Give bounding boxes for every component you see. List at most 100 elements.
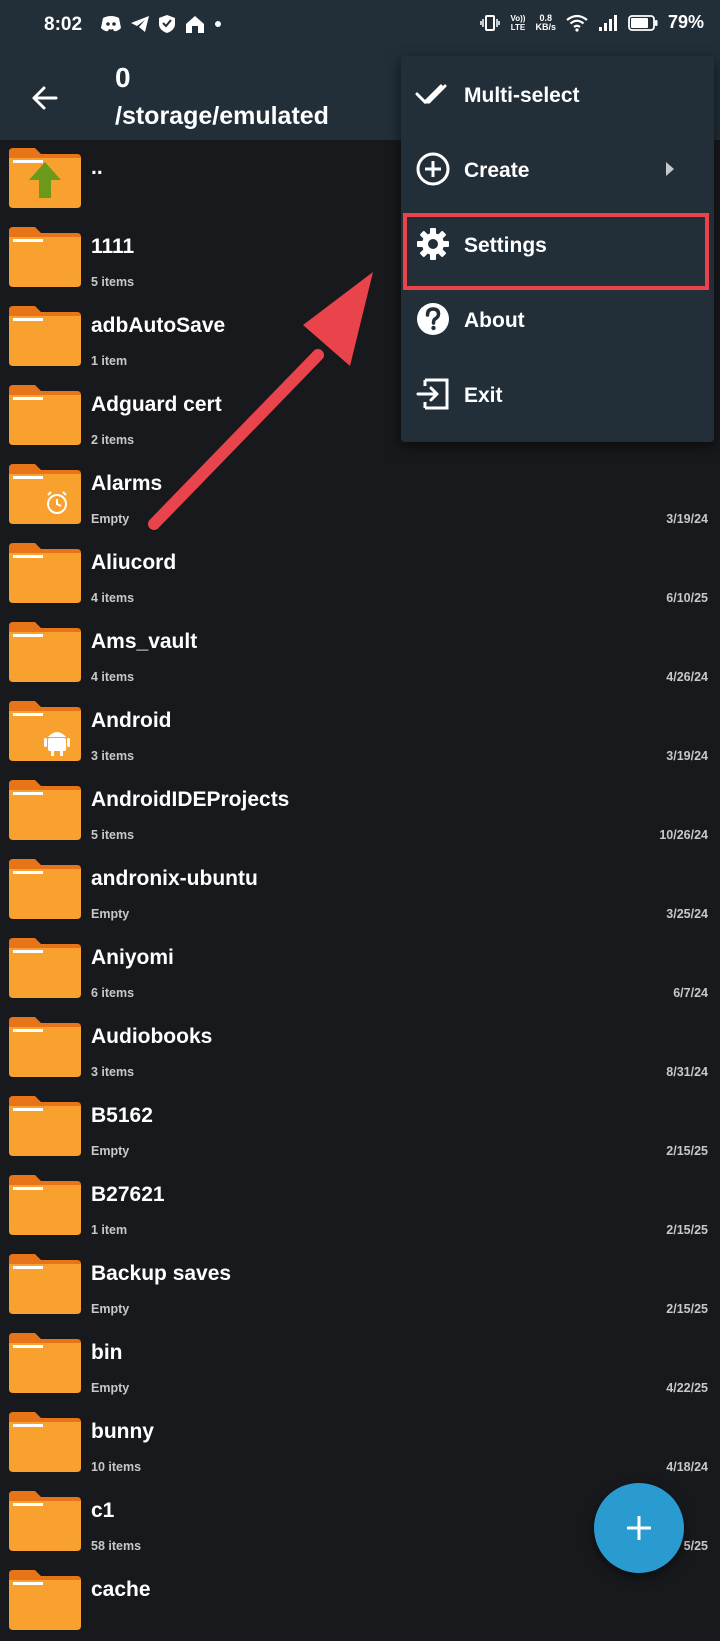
shield-icon bbox=[159, 15, 175, 33]
status-time: 8:02 bbox=[44, 14, 83, 35]
file-name: adbAutoSave bbox=[91, 314, 226, 337]
file-date: 4/22/25 bbox=[666, 1381, 708, 1395]
file-item-count: Empty bbox=[91, 512, 130, 526]
file-name: c1 bbox=[91, 1499, 115, 1522]
file-name: Aniyomi bbox=[91, 946, 174, 969]
file-item-count: 1 item bbox=[91, 1223, 128, 1237]
file-row[interactable]: AndroidIDEProjects 5 items 10/26/24 bbox=[0, 772, 720, 851]
folder-icon bbox=[9, 1570, 81, 1630]
folder-icon bbox=[9, 859, 81, 919]
vibrate-icon bbox=[480, 14, 501, 31]
folder-icon bbox=[9, 148, 81, 208]
folder-icon bbox=[9, 622, 81, 682]
folder-title: 0 bbox=[115, 62, 131, 93]
file-date: 3/19/24 bbox=[666, 512, 708, 526]
file-row[interactable]: cache bbox=[0, 1562, 720, 1641]
file-name: Ams_vault bbox=[91, 630, 198, 653]
file-name: Alarms bbox=[91, 472, 163, 495]
exit-icon bbox=[416, 378, 449, 410]
file-item-count: Empty bbox=[91, 907, 130, 921]
folder-icon bbox=[9, 938, 81, 998]
file-item-count: 3 items bbox=[91, 749, 135, 763]
discord-icon bbox=[101, 16, 121, 32]
file-row[interactable]: Aliucord 4 items 6/10/25 bbox=[0, 535, 720, 614]
file-row[interactable]: Alarms Empty 3/19/24 bbox=[0, 456, 720, 535]
file-name: .. bbox=[91, 156, 103, 179]
file-item-count: 10 items bbox=[91, 1460, 142, 1474]
file-name: B5162 bbox=[91, 1104, 153, 1127]
home-icon bbox=[186, 16, 204, 33]
file-item-count: 2 items bbox=[91, 433, 135, 447]
folder-path: /storage/emulated bbox=[115, 102, 329, 130]
folder-icon bbox=[9, 1254, 81, 1314]
file-date: 6/10/25 bbox=[666, 591, 708, 605]
status-bar: 8:02 Vo)) LTE 0.8 KB/s 79% bbox=[0, 0, 720, 52]
menu-item-about[interactable]: About bbox=[401, 281, 714, 355]
file-row[interactable]: bin Empty 4/22/25 bbox=[0, 1325, 720, 1404]
battery-icon bbox=[628, 14, 658, 31]
file-name: cache bbox=[91, 1578, 151, 1601]
menu-label: Create bbox=[464, 159, 530, 182]
folder-icon bbox=[9, 780, 81, 840]
file-name: bunny bbox=[91, 1420, 154, 1443]
dot-icon bbox=[215, 21, 221, 27]
file-item-count: Empty bbox=[91, 1144, 130, 1158]
file-name: Aliucord bbox=[91, 551, 177, 574]
file-item-count: 3 items bbox=[91, 1065, 135, 1079]
file-date: 6/7/24 bbox=[673, 986, 708, 1000]
file-item-count: 5 items bbox=[91, 828, 135, 842]
telegram-icon bbox=[131, 16, 149, 32]
file-date: 5/25 bbox=[683, 1539, 708, 1553]
battery-percent: 79% bbox=[667, 12, 704, 32]
folder-icon bbox=[9, 1017, 81, 1077]
file-item-count: 5 items bbox=[91, 275, 135, 289]
menu-label: Exit bbox=[464, 384, 503, 407]
file-row[interactable]: Aniyomi 6 items 6/7/24 bbox=[0, 930, 720, 1009]
file-name: bin bbox=[91, 1341, 123, 1364]
folder-icon bbox=[9, 385, 81, 445]
file-name: 1111 bbox=[91, 235, 135, 258]
file-row[interactable]: bunny 10 items 4/18/24 bbox=[0, 1404, 720, 1483]
folder-icon bbox=[9, 464, 81, 524]
back-button[interactable] bbox=[26, 78, 66, 118]
file-name: Adguard cert bbox=[91, 393, 222, 416]
menu-label: Multi-select bbox=[464, 84, 580, 107]
file-name: AndroidIDEProjects bbox=[91, 788, 290, 811]
file-row[interactable]: Backup saves Empty 2/15/25 bbox=[0, 1246, 720, 1325]
menu-item-multi-select[interactable]: Multi-select bbox=[401, 56, 714, 130]
file-row[interactable]: B5162 Empty 2/15/25 bbox=[0, 1088, 720, 1167]
file-name: Backup saves bbox=[91, 1262, 232, 1285]
file-row[interactable]: Ams_vault 4 items 4/26/24 bbox=[0, 614, 720, 693]
file-date: 8/31/24 bbox=[666, 1065, 708, 1079]
wifi-icon bbox=[566, 14, 588, 32]
file-item-count: 4 items bbox=[91, 670, 135, 684]
menu-label: About bbox=[464, 309, 525, 332]
folder-icon bbox=[9, 1175, 81, 1235]
file-date: 2/15/25 bbox=[666, 1223, 708, 1237]
file-row[interactable]: andronix-ubuntu Empty 3/25/24 bbox=[0, 851, 720, 930]
folder-icon bbox=[9, 701, 81, 761]
back-arrow-icon bbox=[32, 86, 58, 110]
double-check-icon bbox=[415, 84, 447, 105]
file-item-count: 58 items bbox=[91, 1539, 142, 1553]
file-item-count: 4 items bbox=[91, 591, 135, 605]
settings-highlight-box bbox=[403, 213, 709, 290]
file-date: 3/25/24 bbox=[666, 907, 708, 921]
menu-item-exit[interactable]: Exit bbox=[401, 356, 714, 430]
file-row[interactable]: Audiobooks 3 items 8/31/24 bbox=[0, 1009, 720, 1088]
file-item-count: 1 item bbox=[91, 354, 128, 368]
folder-icon bbox=[9, 1096, 81, 1156]
file-name: B27621 bbox=[91, 1183, 165, 1206]
file-item-count: Empty bbox=[91, 1302, 130, 1316]
menu-item-create[interactable]: Create bbox=[401, 131, 714, 205]
folder-icon bbox=[9, 306, 81, 366]
add-fab-button[interactable] bbox=[594, 1483, 684, 1573]
file-date: 3/19/24 bbox=[666, 749, 708, 763]
file-row[interactable]: Android 3 items 3/19/24 bbox=[0, 693, 720, 772]
plus-circle-icon bbox=[416, 152, 450, 186]
file-name: Audiobooks bbox=[91, 1025, 213, 1048]
volte-indicator: Vo)) LTE bbox=[510, 13, 526, 32]
file-row[interactable]: B27621 1 item 2/15/25 bbox=[0, 1167, 720, 1246]
submenu-arrow-icon bbox=[666, 162, 674, 176]
file-date: 2/15/25 bbox=[666, 1302, 708, 1316]
